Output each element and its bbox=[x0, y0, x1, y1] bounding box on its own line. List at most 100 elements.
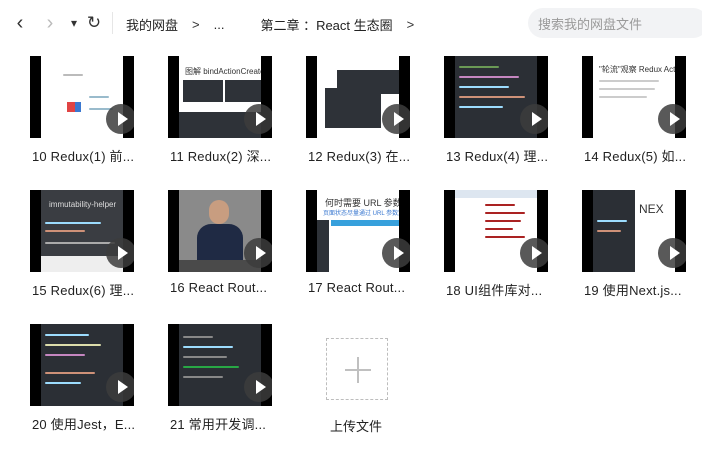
thumb-detail bbox=[459, 66, 499, 68]
play-icon bbox=[244, 104, 272, 134]
video-thumbnail: NEX bbox=[582, 190, 686, 272]
thumb-detail bbox=[45, 334, 89, 336]
thumb-detail bbox=[75, 102, 81, 112]
thumb-detail bbox=[485, 204, 515, 206]
thumb-detail bbox=[89, 96, 109, 98]
file-name: 11 Redux(2) 深... bbox=[170, 149, 272, 164]
video-thumbnail bbox=[444, 190, 548, 272]
file-name: 21 常用开发调... bbox=[170, 417, 267, 432]
video-file-item[interactable]: 16 React Rout... bbox=[168, 190, 274, 310]
video-file-item[interactable]: immutability-helper 15 Redux(6) 理... bbox=[30, 190, 136, 310]
video-thumbnail bbox=[168, 190, 272, 272]
thumb-detail bbox=[45, 382, 81, 384]
toolbar-divider bbox=[112, 12, 113, 34]
thumb-detail bbox=[183, 356, 227, 358]
thumbnail-title: "轮流"观察 Redux Actio bbox=[599, 65, 675, 74]
thumb-detail bbox=[459, 96, 525, 98]
toolbar: ‹ › ▾ ↻ 我的网盘 > ... 第二章 ：React 生态圈 > bbox=[0, 0, 702, 46]
file-name: 12 Redux(3) 在... bbox=[308, 149, 411, 164]
forward-icon[interactable]: › bbox=[40, 10, 60, 36]
video-file-item[interactable]: 18 UI组件库对... bbox=[444, 190, 550, 310]
upload-file-label[interactable]: 上传文件 bbox=[330, 416, 382, 435]
thumb-detail bbox=[597, 230, 621, 232]
search-box bbox=[528, 8, 702, 38]
video-thumbnail bbox=[168, 324, 272, 406]
video-thumbnail: "轮流"观察 Redux Actio bbox=[582, 56, 686, 138]
video-file-item[interactable]: "轮流"观察 Redux Actio 14 Redux(5) 如... bbox=[582, 56, 688, 176]
play-icon bbox=[106, 238, 134, 268]
video-file-item[interactable]: 12 Redux(3) 在... bbox=[306, 56, 412, 176]
upload-file-button[interactable] bbox=[326, 338, 388, 400]
thumb-detail bbox=[455, 190, 537, 198]
thumb-detail bbox=[209, 200, 229, 224]
thumb-detail bbox=[45, 242, 115, 244]
video-file-item[interactable]: 图解 bindActionCreators 11 Redux(2) 深... bbox=[168, 56, 274, 176]
file-name: 17 React Rout... bbox=[308, 280, 406, 295]
thumb-detail bbox=[485, 236, 525, 238]
refresh-icon[interactable]: ↻ bbox=[84, 10, 104, 36]
thumb-detail bbox=[459, 106, 503, 108]
file-name: 14 Redux(5) 如... bbox=[584, 149, 687, 164]
file-name: 10 Redux(1) 前... bbox=[32, 149, 135, 164]
thumb-detail bbox=[183, 336, 213, 338]
file-name: 18 UI组件库对... bbox=[446, 283, 543, 298]
thumb-detail bbox=[459, 86, 509, 88]
video-file-item[interactable]: 13 Redux(4) 理... bbox=[444, 56, 550, 176]
file-name: 13 Redux(4) 理... bbox=[446, 149, 549, 164]
thumbnail-title: NEX bbox=[639, 202, 664, 216]
video-thumbnail: 何时需要 URL 参数 页面状态尽量通过 URL 参数定义 bbox=[306, 190, 410, 272]
video-thumbnail bbox=[30, 56, 134, 138]
play-icon bbox=[106, 104, 134, 134]
thumb-detail bbox=[183, 346, 233, 348]
breadcrumb-separator: > bbox=[406, 16, 415, 32]
breadcrumb-separator: > bbox=[192, 16, 200, 32]
breadcrumb: 我的网盘 > ... 第二章 ：React 生态圈 > bbox=[126, 14, 428, 34]
thumb-detail bbox=[45, 372, 95, 374]
play-icon bbox=[244, 238, 272, 268]
breadcrumb-ellipsis[interactable]: ... bbox=[214, 17, 225, 32]
breadcrumb-current[interactable]: 第二章 ：React 生态圈 bbox=[260, 15, 392, 34]
video-thumbnail: immutability-helper bbox=[30, 190, 134, 272]
thumbnail-title: 图解 bindActionCreators bbox=[185, 67, 261, 76]
plus-icon bbox=[357, 357, 359, 383]
thumb-detail bbox=[331, 220, 399, 226]
play-icon bbox=[658, 238, 686, 268]
thumb-detail bbox=[485, 212, 525, 214]
thumb-detail bbox=[67, 102, 75, 112]
thumbnail-subtitle: 页面状态尽量通过 URL 参数定义 bbox=[323, 211, 399, 217]
play-icon bbox=[244, 372, 272, 402]
play-icon bbox=[382, 104, 410, 134]
video-file-item[interactable]: 何时需要 URL 参数 页面状态尽量通过 URL 参数定义 17 React R… bbox=[306, 190, 412, 310]
thumb-detail bbox=[183, 80, 223, 102]
thumb-detail bbox=[599, 88, 655, 90]
thumbnail-title: immutability-helper bbox=[49, 200, 117, 209]
file-name: 15 Redux(6) 理... bbox=[32, 283, 135, 298]
thumb-detail bbox=[325, 88, 381, 128]
thumb-detail bbox=[599, 96, 647, 98]
play-icon bbox=[520, 104, 548, 134]
thumb-detail bbox=[597, 220, 627, 222]
thumb-detail bbox=[459, 76, 519, 78]
video-thumbnail: 图解 bindActionCreators bbox=[168, 56, 272, 138]
play-icon bbox=[382, 238, 410, 268]
file-name: 20 使用Jest，E... bbox=[32, 417, 136, 432]
thumb-detail bbox=[225, 80, 261, 102]
video-thumbnail bbox=[30, 324, 134, 406]
video-file-item[interactable]: NEX 19 使用Next.js... bbox=[582, 190, 688, 310]
thumb-detail bbox=[485, 220, 521, 222]
breadcrumb-root[interactable]: 我的网盘 bbox=[126, 15, 178, 34]
video-file-item[interactable]: 10 Redux(1) 前... bbox=[30, 56, 136, 176]
thumb-detail bbox=[45, 230, 85, 232]
back-icon[interactable]: ‹ bbox=[10, 10, 30, 36]
thumb-detail bbox=[599, 80, 659, 82]
file-name: 19 使用Next.js... bbox=[584, 283, 682, 298]
thumb-detail bbox=[317, 220, 329, 272]
video-thumbnail bbox=[306, 56, 410, 138]
thumb-detail bbox=[45, 344, 101, 346]
thumb-detail bbox=[45, 354, 85, 356]
history-dropdown-icon[interactable]: ▾ bbox=[64, 10, 84, 36]
video-file-item[interactable]: 21 常用开发调... bbox=[168, 324, 274, 444]
search-input[interactable] bbox=[536, 14, 700, 34]
thumb-detail bbox=[63, 74, 83, 76]
video-file-item[interactable]: 20 使用Jest，E... bbox=[30, 324, 136, 444]
